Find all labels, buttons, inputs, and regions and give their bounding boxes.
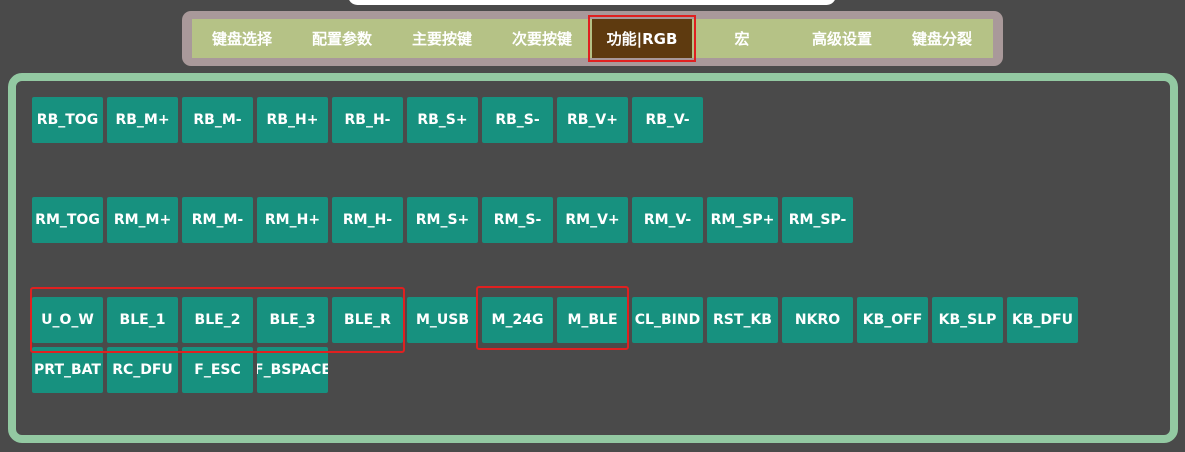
tab-primary-keys[interactable]: 主要按键 <box>392 19 492 58</box>
key-rm-hue-down[interactable]: RM_H- <box>332 197 403 243</box>
key-rm-val-up[interactable]: RM_V+ <box>557 197 628 243</box>
key-kb-off[interactable]: KB_OFF <box>857 297 928 343</box>
key-rb-hue-down[interactable]: RB_H- <box>332 97 403 143</box>
key-rm-mode-next[interactable]: RM_M+ <box>107 197 178 243</box>
key-cl-bind[interactable]: CL_BIND <box>632 297 703 343</box>
key-rm-sat-up[interactable]: RM_S+ <box>407 197 478 243</box>
key-rb-hue-up[interactable]: RB_H+ <box>257 97 328 143</box>
key-rb-sat-up[interactable]: RB_S+ <box>407 97 478 143</box>
highlight-box-mode <box>476 286 629 350</box>
key-rm-hue-up[interactable]: RM_H+ <box>257 197 328 243</box>
highlight-box-ble <box>30 287 405 353</box>
tab-config-params[interactable]: 配置参数 <box>292 19 392 58</box>
tab-keyboard-split[interactable]: 键盘分裂 <box>892 19 992 58</box>
key-f-bspace[interactable]: F_BSPACE <box>257 347 328 393</box>
key-rst-kb[interactable]: RST_KB <box>707 297 778 343</box>
tab-secondary-keys[interactable]: 次要按键 <box>492 19 592 58</box>
key-prt-bat[interactable]: PRT_BAT <box>32 347 103 393</box>
key-rb-val-down[interactable]: RB_V- <box>632 97 703 143</box>
key-nkro[interactable]: NKRO <box>782 297 853 343</box>
key-rb-tog[interactable]: RB_TOG <box>32 97 103 143</box>
key-rm-speed-up[interactable]: RM_SP+ <box>707 197 778 243</box>
key-kb-dfu[interactable]: KB_DFU <box>1007 297 1078 343</box>
key-rm-sat-down[interactable]: RM_S- <box>482 197 553 243</box>
tab-function-rgb[interactable]: 功能|RGB <box>588 15 696 62</box>
key-rm-val-down[interactable]: RM_V- <box>632 197 703 243</box>
key-f-esc[interactable]: F_ESC <box>182 347 253 393</box>
tab-keyboard-select[interactable]: 键盘选择 <box>192 19 292 58</box>
tab-macro[interactable]: 宏 <box>692 19 792 58</box>
tab-bar-inner: 键盘选择 配置参数 主要按键 次要按键 功能|RGB 宏 高级设置 键盘分裂 <box>192 15 993 62</box>
key-rb-val-up[interactable]: RB_V+ <box>557 97 628 143</box>
tab-advanced-settings[interactable]: 高级设置 <box>792 19 892 58</box>
key-rm-mode-prev[interactable]: RM_M- <box>182 197 253 243</box>
key-m-usb[interactable]: M_USB <box>407 297 478 343</box>
key-rc-dfu[interactable]: RC_DFU <box>107 347 178 393</box>
top-pill <box>348 0 836 5</box>
key-rm-tog[interactable]: RM_TOG <box>32 197 103 243</box>
key-rb-mode-next[interactable]: RB_M+ <box>107 97 178 143</box>
key-rm-speed-down[interactable]: RM_SP- <box>782 197 853 243</box>
tab-bar: 键盘选择 配置参数 主要按键 次要按键 功能|RGB 宏 高级设置 键盘分裂 <box>182 11 1003 66</box>
key-kb-slp[interactable]: KB_SLP <box>932 297 1003 343</box>
key-rb-mode-prev[interactable]: RB_M- <box>182 97 253 143</box>
key-rb-sat-down[interactable]: RB_S- <box>482 97 553 143</box>
